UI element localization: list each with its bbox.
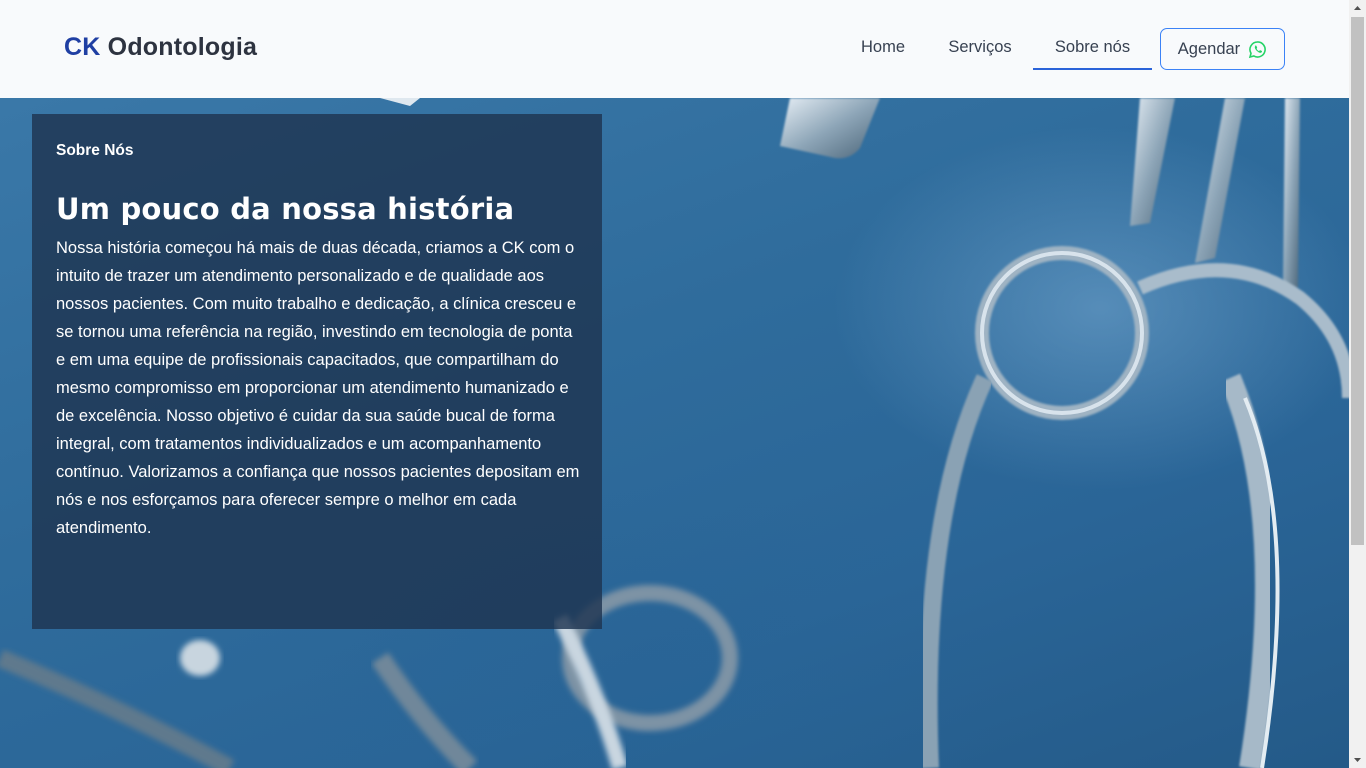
logo-text: Odontologia	[107, 33, 258, 61]
logo-ck: CK	[64, 33, 101, 61]
section-kicker: Sobre Nós	[56, 142, 134, 159]
nav-servicos[interactable]: Serviços	[932, 28, 1028, 70]
site-header: CK Odontologia Home Serviços Sobre nós A…	[0, 0, 1349, 98]
brand-logo[interactable]: CK Odontologia	[64, 33, 257, 62]
about-hero: Sobre Nós Um pouco da nossa história Nos…	[0, 98, 1349, 768]
agendar-label: Agendar	[1177, 39, 1241, 58]
about-paragraph: Nossa história começou há mais de duas d…	[56, 239, 580, 537]
scroll-down-arrow-icon[interactable]	[1349, 751, 1366, 768]
page-scrollbar[interactable]	[1349, 0, 1366, 768]
scroll-up-arrow-icon[interactable]	[1349, 0, 1366, 17]
whatsapp-icon	[1248, 40, 1267, 59]
scroll-thumb[interactable]	[1351, 17, 1364, 545]
section-title: Um pouco da nossa história	[56, 192, 515, 226]
about-card: Sobre Nós Um pouco da nossa história Nos…	[32, 114, 602, 629]
nav-home[interactable]: Home	[845, 28, 921, 70]
agendar-button[interactable]: Agendar	[1160, 28, 1285, 70]
nav-sobre-nos[interactable]: Sobre nós	[1033, 28, 1152, 70]
